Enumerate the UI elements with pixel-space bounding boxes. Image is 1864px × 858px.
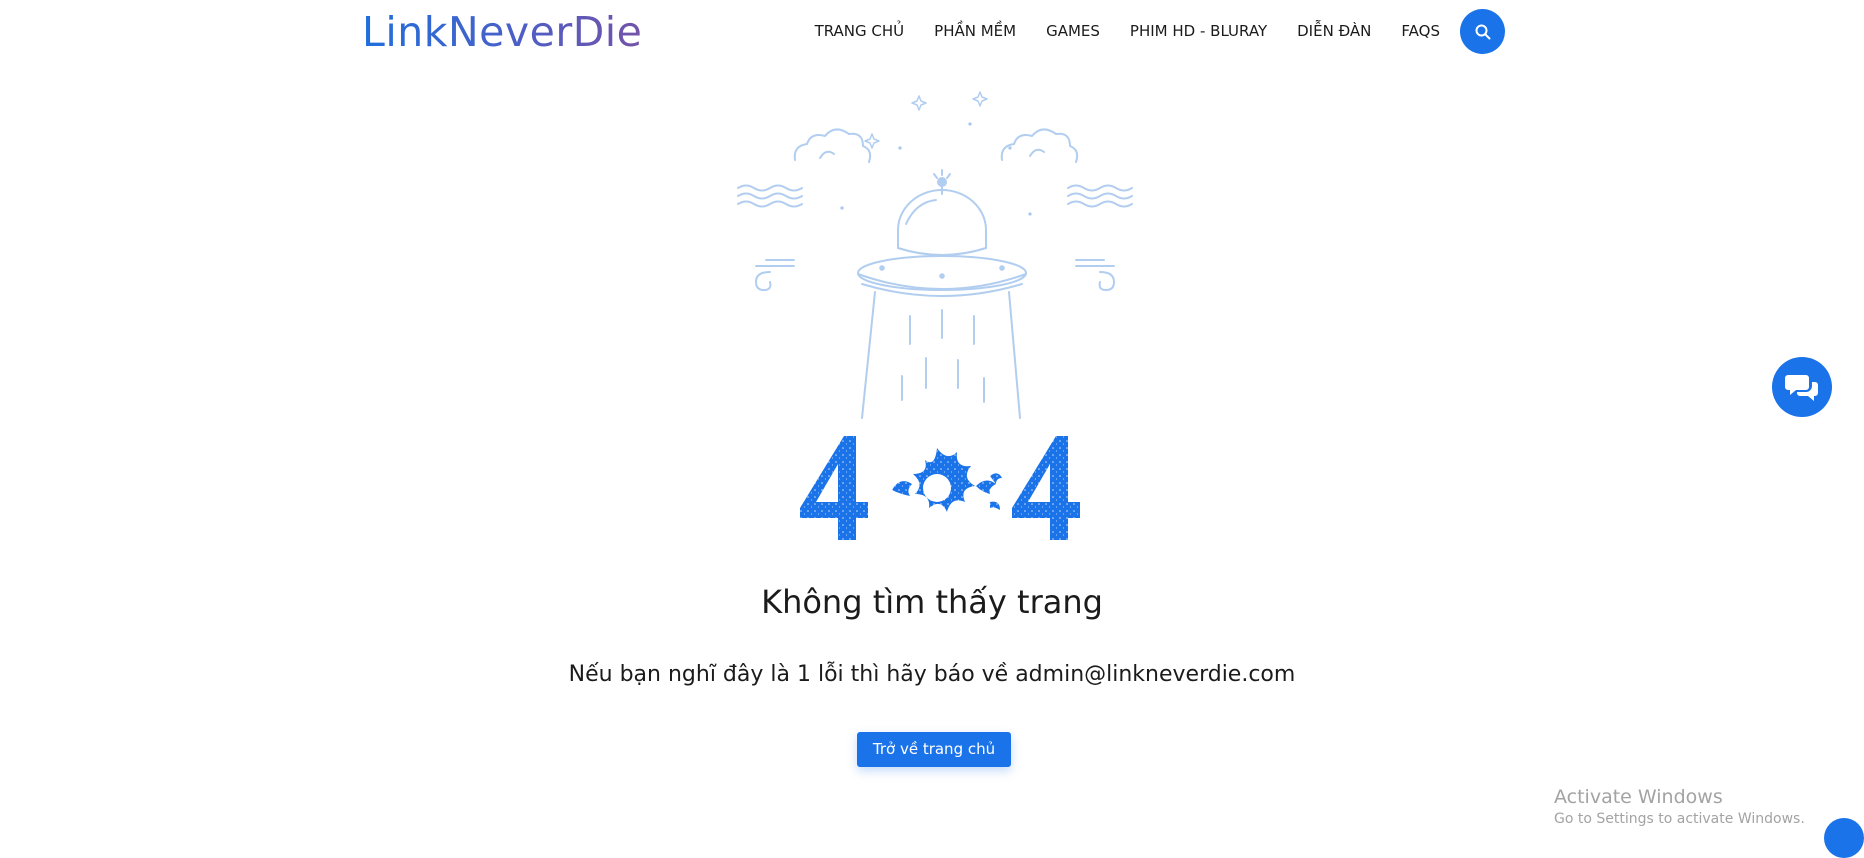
- cloud-left: [793, 128, 872, 163]
- nav-item-phan-mem[interactable]: PHẦN MỀM: [934, 20, 1016, 42]
- chat-icon: [1785, 375, 1818, 401]
- cloud-right: [1000, 128, 1079, 163]
- sparkle: [911, 95, 927, 111]
- wind-left: [737, 184, 803, 192]
- beam-left: [861, 291, 876, 419]
- swirl-left: [755, 259, 795, 291]
- windows-activation-watermark: Activate Windows Go to Settings to activ…: [1554, 784, 1805, 828]
- site-logo[interactable]: LinkNeverDie: [362, 4, 642, 60]
- wind-right: [1067, 184, 1133, 192]
- chat-button[interactable]: [1772, 357, 1832, 417]
- nav-item-faqs[interactable]: FAQS: [1401, 20, 1440, 42]
- digit-four-left: [800, 436, 868, 540]
- ufo-dome: [897, 189, 987, 249]
- beam-right: [1008, 291, 1021, 419]
- main-nav: TRANG CHỦ PHẦN MỀM GAMES PHIM HD - BLURA…: [800, 20, 1440, 42]
- error-code-svg: [800, 436, 1080, 540]
- nav-item-trang-chu[interactable]: TRANG CHỦ: [815, 20, 905, 42]
- nav-item-dien-dan[interactable]: DIỄN ĐÀN: [1297, 20, 1371, 42]
- ufo-illustration: [737, 91, 1133, 419]
- site-header: LinkNeverDie TRANG CHỦ PHẦN MỀM GAMES PH…: [0, 0, 1864, 64]
- search-button[interactable]: [1460, 9, 1505, 54]
- swirl-right: [1075, 259, 1115, 291]
- page-title: Không tìm thấy trang: [761, 583, 1103, 621]
- corner-widget[interactable]: [1824, 818, 1864, 858]
- error-message: Nếu bạn nghĩ đây là 1 lỗi thì hãy báo về…: [568, 662, 1296, 687]
- ufo-disc: [857, 255, 1027, 291]
- watermark-title: Activate Windows: [1554, 786, 1723, 808]
- digit-four-right: [1012, 436, 1080, 540]
- search-icon: [1475, 24, 1490, 39]
- nav-item-phim-hd[interactable]: PHIM HD - BLURAY: [1130, 20, 1267, 42]
- error-code-graphic: [792, 432, 1082, 544]
- nav-item-games[interactable]: GAMES: [1046, 20, 1100, 42]
- back-home-button[interactable]: Trở về trang chủ: [857, 732, 1011, 767]
- splat-zero-hole: [923, 474, 951, 502]
- watermark-subtitle: Go to Settings to activate Windows.: [1554, 811, 1805, 827]
